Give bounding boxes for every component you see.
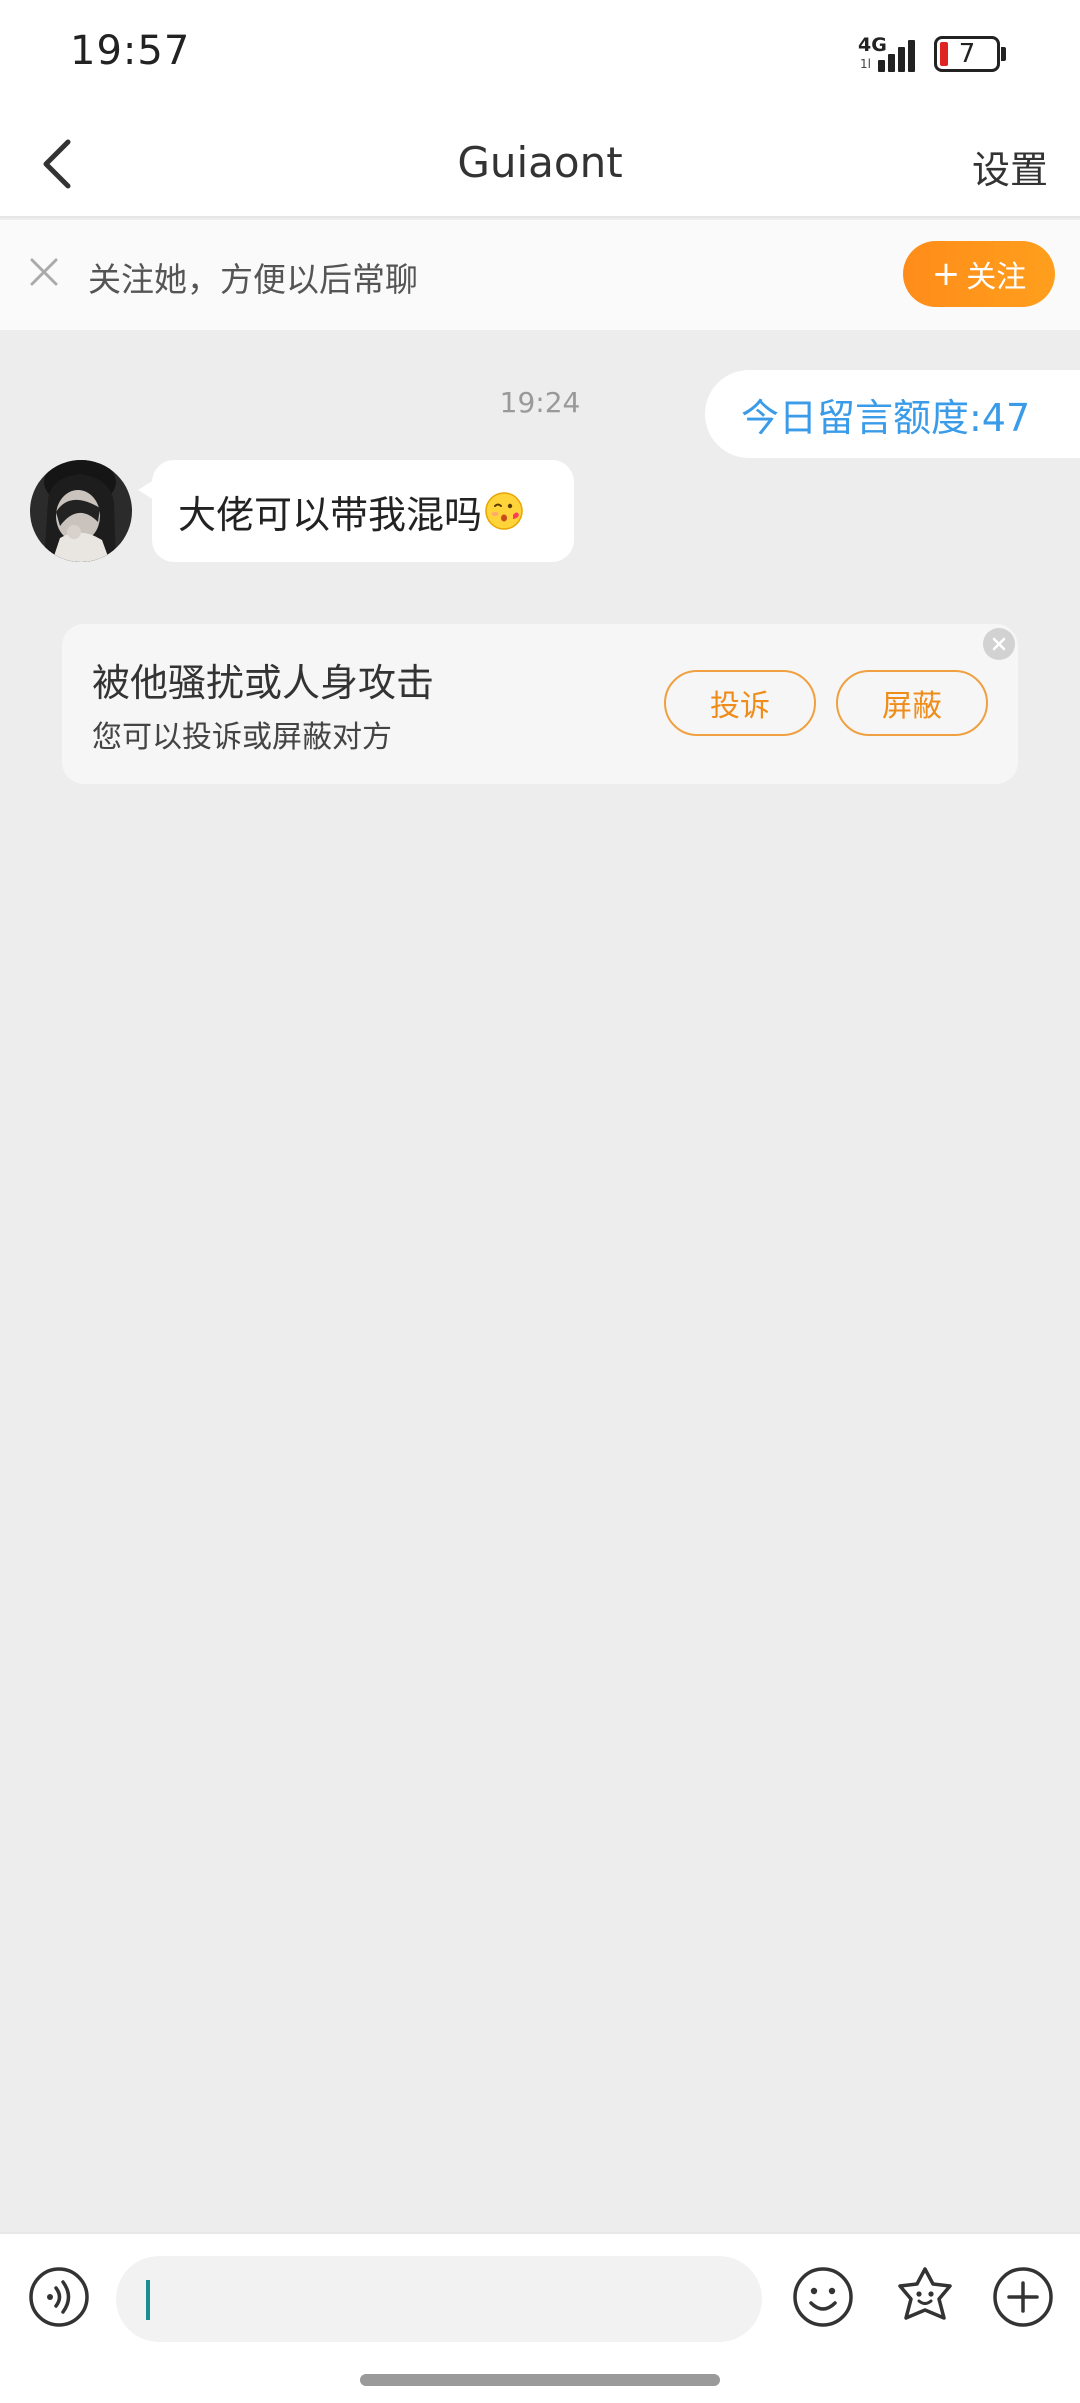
status-bar: 19:57 4G 1l 7 [0,0,1080,112]
voice-icon[interactable] [28,2266,90,2328]
close-button[interactable] [24,252,64,292]
signal-bars-icon [878,36,924,72]
block-button[interactable]: 屏蔽 [836,670,988,736]
close-icon [30,258,58,286]
report-subtitle: 您可以投诉或屏蔽对方 [92,720,392,755]
message-input[interactable] [116,2256,762,2342]
follow-suggestion-bar: 关注她，方便以后常聊 + 关注 [0,220,1080,330]
home-indicator[interactable] [360,2374,720,2386]
battery-icon: 7 [934,36,1000,72]
chat-header: Guiaont 设置 [0,112,1080,218]
avatar[interactable] [30,460,132,562]
follow-hint-text: 关注她，方便以后常聊 [88,260,418,299]
plus-icon: + [931,254,961,294]
kiss-face-emoji-icon [485,492,523,530]
report-card: 被他骚扰或人身攻击 您可以投诉或屏蔽对方 投诉 屏蔽 [62,624,1018,784]
report-title: 被他骚扰或人身攻击 [92,661,435,705]
complain-button[interactable]: 投诉 [664,670,816,736]
follow-button-label: 关注 [966,260,1027,295]
smile-icon[interactable] [792,2266,854,2328]
back-button[interactable] [28,134,88,194]
text-caret [146,2280,150,2320]
battery-cap [1001,47,1006,61]
page-title: Guiaont [457,138,623,187]
message-input-bar [0,2232,1080,2403]
follow-button[interactable]: + 关注 [903,241,1055,307]
chevron-left-icon [43,139,71,189]
quota-bubble: 今日留言额度:47 [705,370,1080,458]
card-close-button[interactable] [983,628,1015,660]
sticker-icon[interactable] [892,2264,958,2330]
message-text: 大佬可以带我混吗 [178,492,483,537]
message-timestamp: 19:24 [499,386,581,419]
battery-level: 7 [958,39,976,69]
plus-circle-icon[interactable] [992,2266,1054,2328]
incoming-message-bubble[interactable]: 大佬可以带我混吗 [138,460,574,562]
status-time: 19:57 [70,28,191,74]
close-icon [992,637,1006,651]
settings-button[interactable]: 设置 [972,139,1048,194]
quota-text: 今日留言额度:47 [741,395,1031,440]
network-sub: 1l [860,57,871,71]
avatar-image [30,460,132,562]
